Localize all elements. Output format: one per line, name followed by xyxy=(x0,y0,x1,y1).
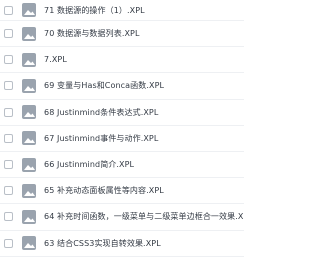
image-file-icon xyxy=(22,26,36,41)
row-checkbox[interactable] xyxy=(4,238,13,248)
file-row[interactable]: 67 Justinmind事件与动作.XPL xyxy=(0,126,244,152)
file-name[interactable]: 67 Justinmind事件与动作.XPL xyxy=(44,133,244,144)
row-checkbox[interactable] xyxy=(4,5,13,15)
row-checkbox[interactable] xyxy=(4,81,13,91)
file-row[interactable]: 71 数据源的操作（1）.XPL xyxy=(0,0,244,21)
file-name[interactable]: 69 变量与Has和Conca函数.XPL xyxy=(44,80,244,91)
file-name[interactable]: 65 补充动态面板属性等内容.XPL xyxy=(44,185,244,196)
file-row[interactable]: 66 Justinmind简介.XPL xyxy=(0,152,244,179)
image-file-icon xyxy=(22,209,36,224)
file-name[interactable]: 70 数据源与数据列表.XPL xyxy=(44,28,244,39)
row-checkbox[interactable] xyxy=(4,107,13,117)
file-name[interactable]: 66 Justinmind简介.XPL xyxy=(44,159,244,170)
row-checkbox[interactable] xyxy=(4,29,13,39)
file-name[interactable]: 64 补充时间函数，一级菜单与二级菜单边框合一效果.XPL xyxy=(44,211,244,222)
file-name[interactable]: 7.XPL xyxy=(44,55,244,64)
image-file-icon xyxy=(22,236,36,251)
row-checkbox[interactable] xyxy=(4,186,13,196)
image-file-icon xyxy=(22,157,36,172)
row-checkbox[interactable] xyxy=(4,160,13,170)
file-row[interactable]: 68 Justinmind条件表达式.XPL xyxy=(0,100,244,126)
file-row[interactable]: 70 数据源与数据列表.XPL xyxy=(0,21,244,48)
image-file-icon xyxy=(22,183,36,198)
row-checkbox[interactable] xyxy=(4,55,13,65)
file-row[interactable]: 7.XPL xyxy=(0,47,244,74)
file-name[interactable]: 71 数据源的操作（1）.XPL xyxy=(44,5,244,16)
row-checkbox[interactable] xyxy=(4,133,13,143)
file-row[interactable]: 69 变量与Has和Conca函数.XPL xyxy=(0,73,244,100)
image-file-icon xyxy=(22,105,36,120)
file-name[interactable]: 63 结合CSS3实现自转效果.XPL xyxy=(44,238,244,249)
row-checkbox[interactable] xyxy=(4,212,13,222)
file-name[interactable]: 68 Justinmind条件表达式.XPL xyxy=(44,107,244,118)
image-file-icon xyxy=(22,131,36,146)
file-list: 71 数据源的操作（1）.XPL 70 数据源与数据列表.XPL 7.XPL 6… xyxy=(0,0,244,268)
file-row[interactable]: 65 补充动态面板属性等内容.XPL xyxy=(0,178,244,205)
file-row[interactable]: 63 结合CSS3实现自转效果.XPL xyxy=(0,231,244,257)
file-row[interactable]: 64 补充时间函数，一级菜单与二级菜单边框合一效果.XPL xyxy=(0,204,244,231)
image-file-icon xyxy=(22,52,36,67)
image-file-icon xyxy=(22,3,36,17)
image-file-icon xyxy=(22,78,36,93)
